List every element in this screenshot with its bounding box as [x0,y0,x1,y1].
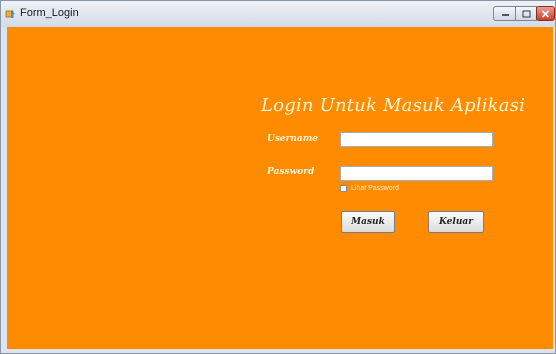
minimize-icon [502,13,509,16]
login-heading: Login Untuk Masuk Aplikasi [261,95,526,116]
title-bar[interactable]: Form_Login [1,1,555,27]
maximize-icon [521,9,531,18]
window-title: Form_Login [20,7,79,19]
close-icon [541,9,550,18]
password-input[interactable] [340,166,493,181]
show-password-label[interactable]: Lihat Password [351,185,399,192]
close-button[interactable] [536,6,555,21]
show-password-checkbox[interactable]: Lihat Password [340,185,399,192]
username-label: Username [267,134,319,144]
app-icon [5,10,15,18]
maximize-button[interactable] [515,6,537,21]
login-window: Form_Login Login Untuk Masuk Aplikasi Us… [0,0,556,354]
password-label: Password [267,167,315,177]
login-button[interactable]: Masuk [341,211,395,233]
show-password-checkbox-box[interactable] [340,185,347,192]
username-input[interactable] [340,132,493,147]
exit-button[interactable]: Keluar [428,211,484,233]
form-client-area [7,27,553,349]
